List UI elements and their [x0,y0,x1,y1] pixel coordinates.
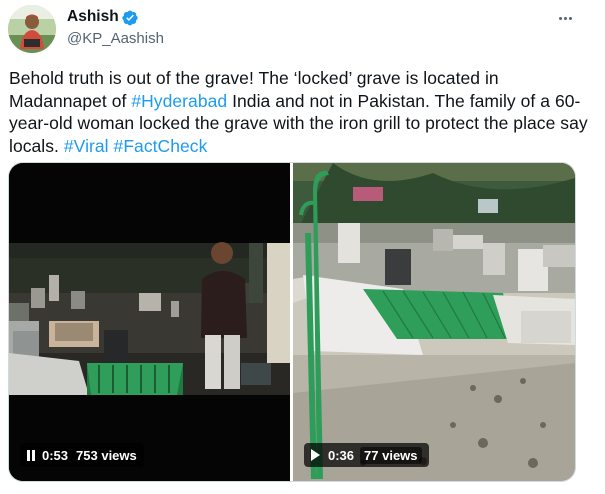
video-time-right: 0:36 [328,447,355,463]
more-options-icon[interactable] [554,8,576,28]
video-overlay-left[interactable]: 0:53 753 views [20,443,144,467]
media-grid: 0:53 753 views 0:36 77 views [8,162,576,482]
video-thumbnail-right [293,163,575,481]
hashtag-link-viral[interactable]: #Viral [64,136,109,156]
verified-badge-icon [122,10,138,26]
video-player-left[interactable]: 0:53 753 views [9,163,290,481]
video-player-right[interactable]: 0:36 77 views [293,163,575,481]
hashtag-link-hyderabad[interactable]: #Hyderabad [131,91,227,111]
tweet-text: Behold truth is out of the grave! The ‘l… [9,67,589,157]
hashtag-link-factcheck[interactable]: #FactCheck [114,136,208,156]
author-name[interactable]: Ashish [67,8,119,26]
video-thumbnail-left [9,163,290,481]
avatar-image [8,5,56,53]
author-handle[interactable]: @KP_Aashish [67,30,164,47]
video-views-left: 753 views [76,447,137,463]
video-time-left: 0:53 [42,447,69,463]
play-icon[interactable] [311,449,320,461]
video-overlay-right[interactable]: 0:36 77 views [304,443,429,467]
video-views-right: 77 views [360,446,422,464]
pause-icon[interactable] [27,449,35,461]
avatar[interactable] [8,5,56,53]
